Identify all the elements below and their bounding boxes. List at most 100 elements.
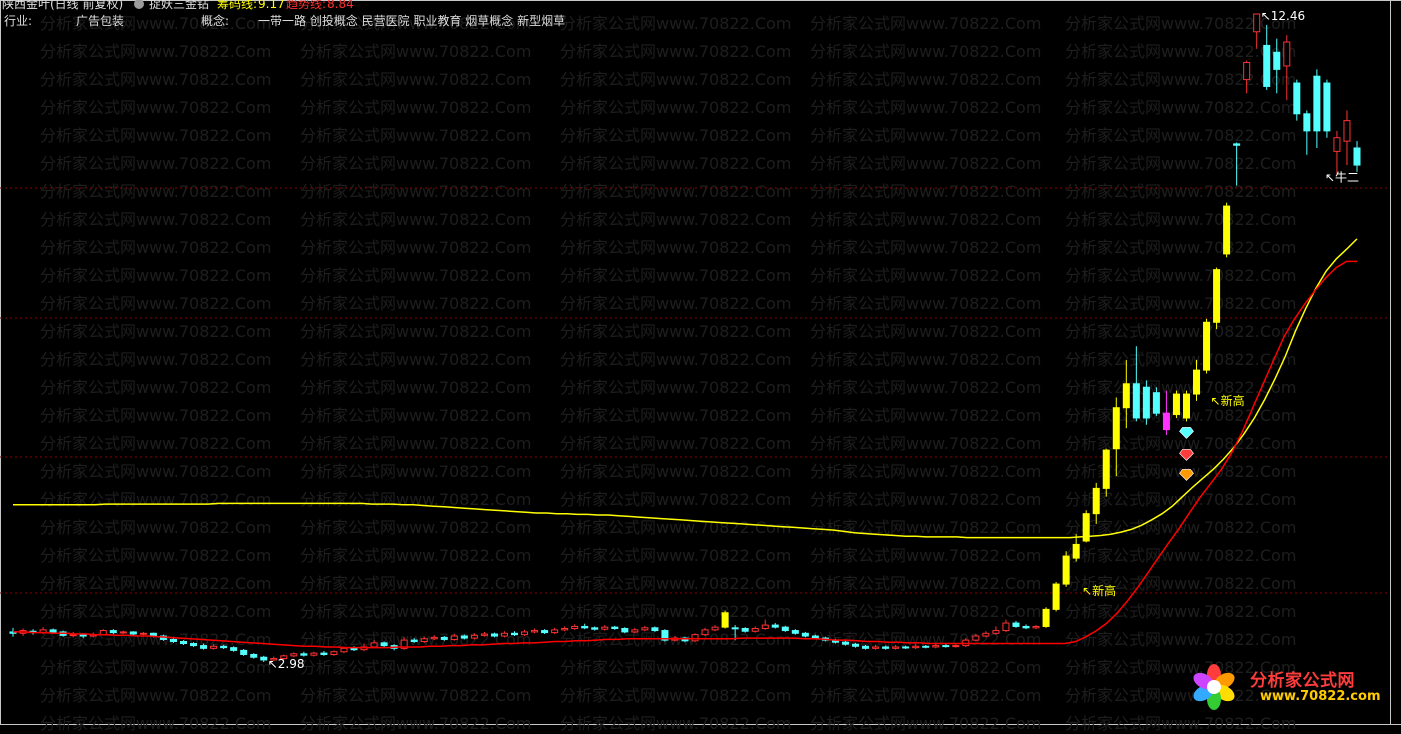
candle-body[interactable] <box>250 653 258 658</box>
candle-body[interactable] <box>531 630 539 633</box>
candle-body[interactable] <box>791 630 799 634</box>
candle-body[interactable] <box>591 627 599 630</box>
candle-body[interactable] <box>1092 487 1100 515</box>
candle-body[interactable] <box>1223 205 1231 255</box>
candle-body[interactable] <box>992 630 1000 634</box>
candle-body[interactable] <box>521 631 529 636</box>
candle-body[interactable] <box>1162 412 1170 431</box>
candle-body[interactable] <box>1072 543 1080 559</box>
candle-body[interactable] <box>1032 625 1040 629</box>
candle-body[interactable] <box>1303 113 1311 132</box>
candle-body[interactable] <box>922 645 930 648</box>
candle-body[interactable] <box>942 645 950 648</box>
gear-icon[interactable] <box>134 0 144 9</box>
candle-body[interactable] <box>310 652 318 656</box>
candle-body[interactable] <box>1193 369 1201 395</box>
candle-body[interactable] <box>260 656 268 661</box>
candle-body[interactable] <box>1122 383 1130 409</box>
candle-body[interactable] <box>902 646 910 649</box>
kline-chart[interactable]: ↖12.46↖2.98↖新高↖新高↖牛二 <box>0 0 1390 725</box>
candle-body[interactable] <box>1062 555 1070 585</box>
candle-body[interactable] <box>1213 269 1221 323</box>
candle-body[interactable] <box>1243 62 1251 81</box>
candle-body[interactable] <box>1172 393 1180 416</box>
candle-body[interactable] <box>200 645 208 649</box>
candle-body[interactable] <box>290 653 298 657</box>
candle-body[interactable] <box>571 625 579 630</box>
candle-body[interactable] <box>190 643 198 647</box>
candle-body[interactable] <box>300 653 308 656</box>
candle-body[interactable] <box>410 639 418 642</box>
candle-body[interactable] <box>210 645 218 649</box>
candle-body[interactable] <box>1273 51 1281 70</box>
candle-body[interactable] <box>220 645 228 649</box>
candle-body[interactable] <box>601 626 609 630</box>
candle-body[interactable] <box>982 632 990 637</box>
candle-body[interactable] <box>1283 41 1291 67</box>
candle-body[interactable] <box>751 628 759 632</box>
candle-body[interactable] <box>139 632 147 635</box>
candle-body[interactable] <box>972 635 980 641</box>
candle-body[interactable] <box>651 627 659 632</box>
candle-body[interactable] <box>721 612 729 628</box>
candle-body[interactable] <box>49 629 57 633</box>
candle-body[interactable] <box>1152 392 1160 414</box>
candle-body[interactable] <box>912 645 920 649</box>
candle-body[interactable] <box>350 647 358 651</box>
candle-body[interactable] <box>781 626 789 632</box>
candle-body[interactable] <box>430 636 438 640</box>
candle-body[interactable] <box>691 634 699 642</box>
candle-body[interactable] <box>169 638 177 642</box>
candle-body[interactable] <box>370 642 378 648</box>
candle-body[interactable] <box>621 628 629 633</box>
candle-body[interactable] <box>1263 44 1271 87</box>
candle-body[interactable] <box>581 625 589 629</box>
candle-body[interactable] <box>841 641 849 645</box>
candle-body[interactable] <box>631 629 639 633</box>
indicator-name[interactable]: 捉妖三金钻 <box>149 0 209 12</box>
candle-body[interactable] <box>119 631 127 634</box>
candle-body[interactable] <box>892 646 900 649</box>
candle-body[interactable] <box>450 635 458 640</box>
candle-body[interactable] <box>240 649 248 655</box>
candle-body[interactable] <box>470 634 478 639</box>
candle-body[interactable] <box>1233 143 1241 146</box>
candle-body[interactable] <box>79 634 87 637</box>
candle-body[interactable] <box>851 643 860 647</box>
candle-body[interactable] <box>179 640 188 645</box>
candle-body[interactable] <box>882 646 890 649</box>
candle-body[interactable] <box>1132 383 1140 419</box>
candle-body[interactable] <box>480 633 488 636</box>
candle-body[interactable] <box>380 642 388 647</box>
candle-body[interactable] <box>320 652 328 655</box>
candle-body[interactable] <box>440 636 448 640</box>
candle-body[interactable] <box>771 624 779 628</box>
candle-body[interactable] <box>872 646 880 649</box>
candle-body[interactable] <box>801 632 809 637</box>
candle-body[interactable] <box>761 624 769 630</box>
candle-body[interactable] <box>701 629 709 636</box>
candle-body[interactable] <box>551 629 559 634</box>
candle-body[interactable] <box>862 645 870 649</box>
candle-body[interactable] <box>1102 449 1110 489</box>
candle-body[interactable] <box>811 635 819 639</box>
candle-body[interactable] <box>952 645 960 648</box>
candle-body[interactable] <box>69 634 77 637</box>
candle-body[interactable] <box>340 647 348 653</box>
candle-body[interactable] <box>561 628 569 631</box>
candle-body[interactable] <box>1002 622 1010 632</box>
candle-body[interactable] <box>420 638 428 642</box>
candle-body[interactable] <box>460 635 468 639</box>
candle-body[interactable] <box>1323 82 1331 132</box>
candle-body[interactable] <box>109 630 117 634</box>
candle-body[interactable] <box>510 632 519 636</box>
candle-body[interactable] <box>1343 120 1351 142</box>
candle-body[interactable] <box>741 628 749 632</box>
candle-body[interactable] <box>1313 75 1321 132</box>
candle-body[interactable] <box>1353 147 1361 166</box>
candle-body[interactable] <box>1203 321 1211 371</box>
industry-value[interactable]: 广告包装 <box>76 13 124 29</box>
concept-value[interactable]: 一带一路 创投概念 民营医院 职业教育 烟草概念 新型烟草 <box>258 13 565 29</box>
candle-body[interactable] <box>611 626 619 630</box>
candle-body[interactable] <box>1142 386 1150 419</box>
